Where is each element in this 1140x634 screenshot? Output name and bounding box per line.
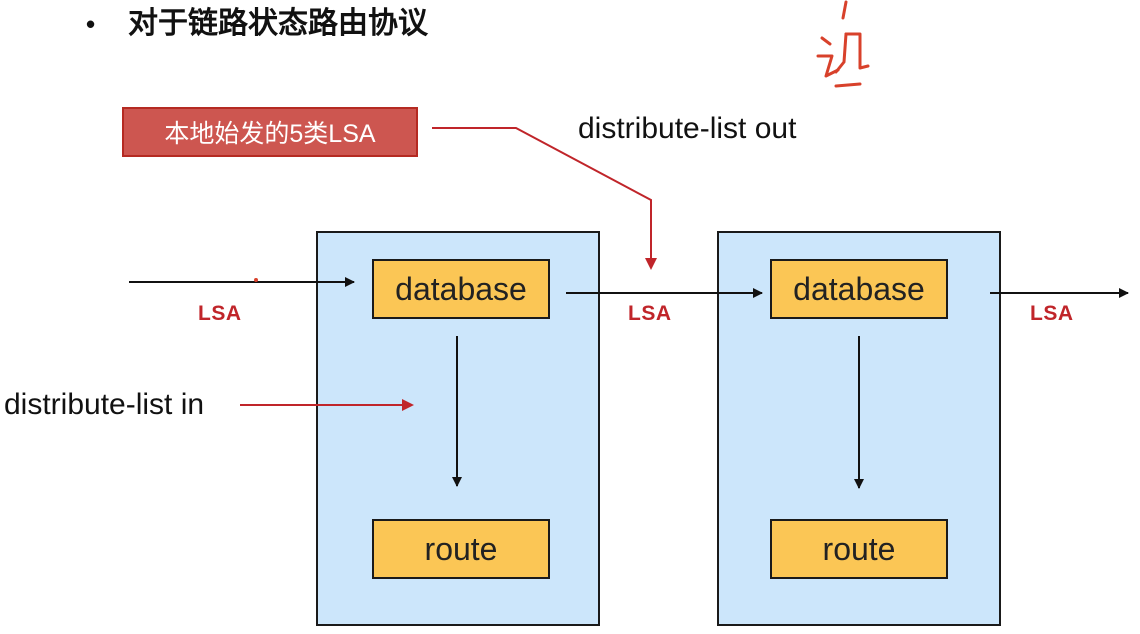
arrow-distribute-out — [432, 127, 657, 270]
red-dot — [254, 278, 258, 282]
flow-arrows — [129, 127, 1129, 489]
